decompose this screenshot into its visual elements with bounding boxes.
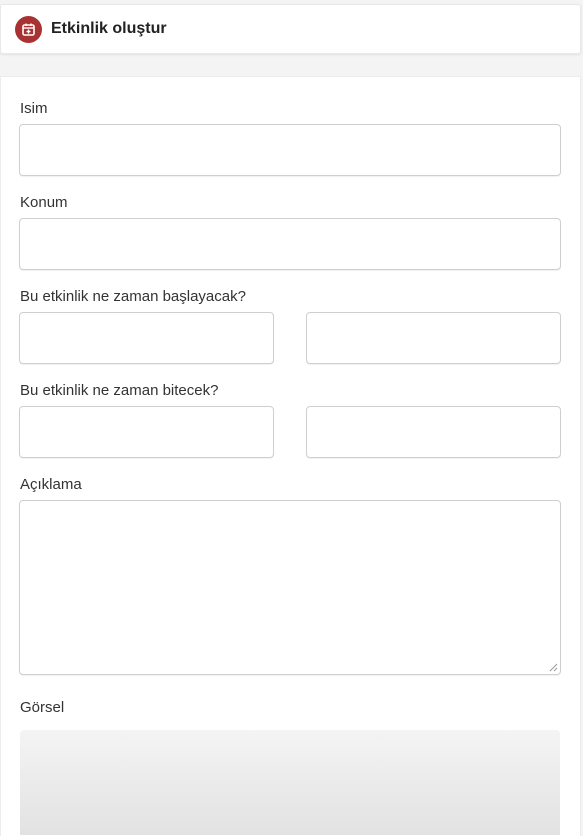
description-textarea[interactable] bbox=[19, 500, 561, 675]
page-title: Etkinlik oluştur bbox=[51, 20, 167, 37]
image-upload-area[interactable] bbox=[20, 730, 560, 835]
start-time-input[interactable] bbox=[306, 312, 561, 364]
start-label: Bu etkinlik ne zaman başlayacak? bbox=[20, 288, 246, 305]
name-label: Isim bbox=[20, 100, 48, 117]
description-label: Açıklama bbox=[20, 476, 82, 493]
location-label: Konum bbox=[20, 194, 68, 211]
name-input[interactable] bbox=[19, 124, 561, 176]
page-header: Etkinlik oluştur bbox=[0, 4, 581, 54]
end-label: Bu etkinlik ne zaman bitecek? bbox=[20, 382, 219, 399]
calendar-plus-icon bbox=[15, 15, 42, 43]
end-date-input[interactable] bbox=[19, 406, 274, 458]
resize-handle-icon[interactable] bbox=[548, 662, 558, 672]
location-input[interactable] bbox=[19, 218, 561, 270]
end-time-input[interactable] bbox=[306, 406, 561, 458]
image-label: Görsel bbox=[20, 699, 65, 716]
start-date-input[interactable] bbox=[19, 312, 274, 364]
